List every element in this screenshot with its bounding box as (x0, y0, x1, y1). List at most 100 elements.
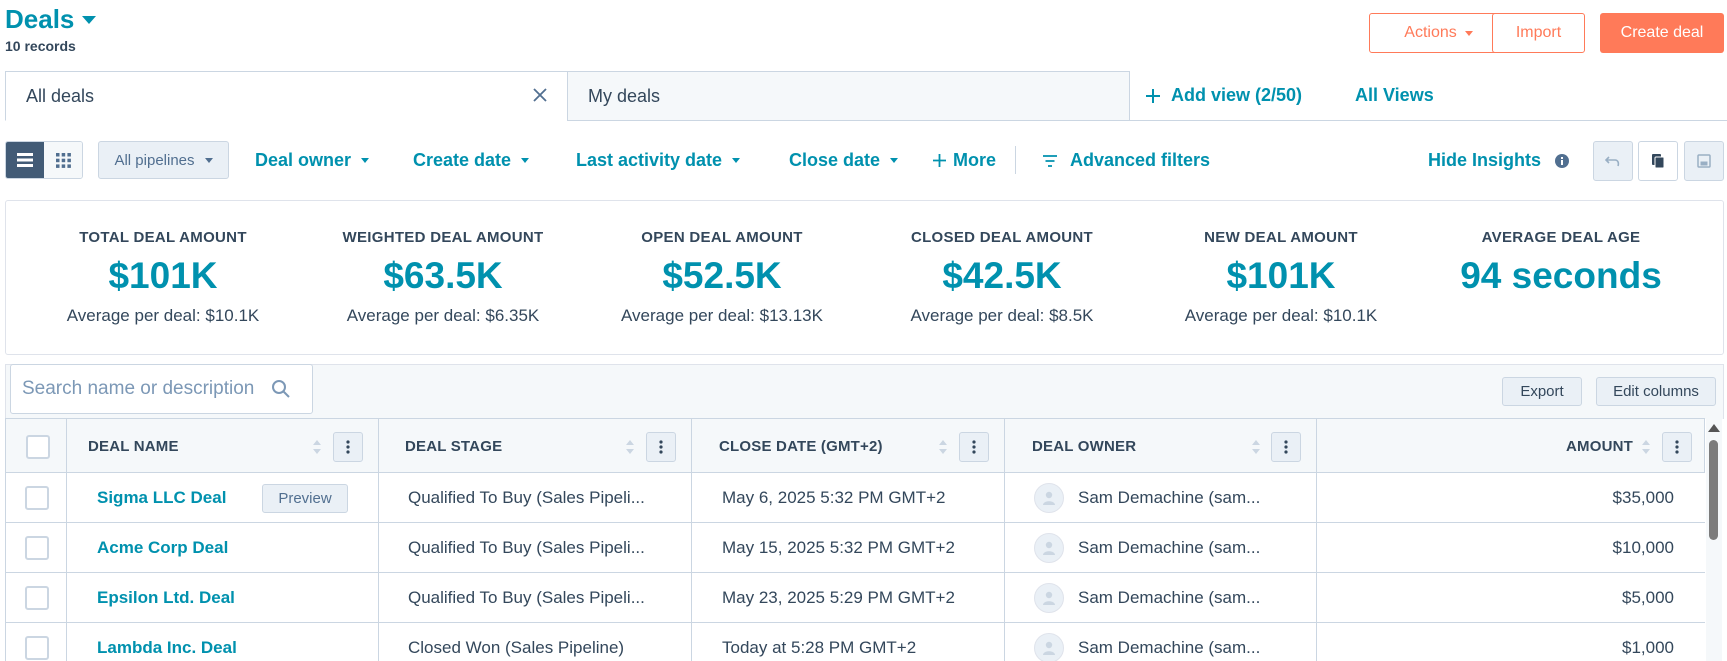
table-row[interactable]: Acme Corp Deal Qualified To Buy (Sales P… (5, 523, 1705, 573)
deal-name-link[interactable]: Epsilon Ltd. Deal (97, 588, 235, 608)
user-icon (1043, 491, 1055, 505)
export-button[interactable]: Export (1502, 377, 1582, 406)
close-date-cell: May 15, 2025 5:32 PM GMT+2 (722, 538, 955, 557)
import-button-label: Import (1515, 24, 1562, 41)
advanced-filters-button[interactable]: Advanced filters (1042, 150, 1210, 171)
add-view-button[interactable]: Add view (2/50) (1145, 85, 1302, 106)
deal-stage-cell: Qualified To Buy (Sales Pipeli... (408, 538, 645, 557)
close-date-filter[interactable]: Close date (789, 150, 899, 171)
column-header-deal-name[interactable]: DEAL NAME (88, 419, 179, 474)
row-checkbox[interactable] (25, 536, 49, 560)
sort-icon[interactable] (938, 439, 948, 455)
actions-button[interactable]: Actions (1369, 13, 1508, 53)
preview-button[interactable]: Preview (262, 484, 348, 513)
tab-all-deals[interactable]: All deals (5, 71, 568, 121)
search-box[interactable] (10, 364, 313, 414)
avatar (1034, 583, 1064, 613)
column-label: DEAL NAME (88, 438, 179, 455)
close-date-cell: May 23, 2025 5:29 PM GMT+2 (722, 588, 955, 607)
column-header-deal-stage[interactable]: DEAL STAGE (405, 419, 502, 474)
deal-name-link[interactable]: Sigma LLC Deal (97, 488, 226, 508)
hide-insights-button[interactable]: Hide Insights (1428, 150, 1570, 171)
deal-stage-cell: Closed Won (Sales Pipeline) (408, 638, 625, 657)
column-divider (378, 473, 379, 523)
row-checkbox[interactable] (25, 636, 49, 660)
create-deal-button[interactable]: Create deal (1600, 13, 1724, 53)
clone-view-button[interactable] (1638, 141, 1678, 181)
column-header-close-date[interactable]: CLOSE DATE (GMT+2) (719, 419, 883, 474)
row-checkbox[interactable] (25, 586, 49, 610)
sort-icon[interactable] (312, 439, 322, 455)
page-title-dropdown[interactable]: Deals (5, 4, 97, 35)
create-date-filter[interactable]: Create date (413, 150, 530, 171)
table-row[interactable]: Lambda Inc. Deal Closed Won (Sales Pipel… (5, 623, 1705, 661)
edit-columns-button[interactable]: Edit columns (1596, 377, 1716, 406)
column-header-amount[interactable]: AMOUNT (1566, 419, 1633, 474)
divider (1015, 146, 1016, 174)
column-menu-button[interactable] (959, 432, 989, 462)
chevron-down-icon (732, 158, 741, 163)
deal-owner-name: Sam Demachine (sam... (1078, 588, 1261, 607)
edit-columns-label: Edit columns (1613, 383, 1699, 400)
insights-panel: TOTAL DEAL AMOUNT $101K Average per deal… (5, 200, 1724, 355)
close-icon[interactable] (531, 86, 549, 104)
insight-label: TOTAL DEAL AMOUNT (79, 229, 247, 246)
row-checkbox[interactable] (25, 486, 49, 510)
filter-label: Advanced filters (1070, 150, 1211, 170)
search-input[interactable] (22, 378, 267, 400)
select-all-checkbox[interactable] (26, 435, 50, 459)
pipeline-select-label: All pipelines (114, 151, 195, 169)
column-menu-button[interactable] (1271, 432, 1301, 462)
column-header-deal-owner[interactable]: DEAL OWNER (1032, 419, 1136, 474)
plus-icon (1146, 88, 1160, 103)
undo-icon (1605, 156, 1620, 167)
column-divider (691, 573, 692, 623)
list-view-button[interactable] (6, 142, 44, 178)
amount-cell: $10,000 (1612, 538, 1674, 557)
user-icon (1043, 541, 1055, 555)
insight-average: Average per deal: $13.13K (621, 306, 823, 325)
table-header: DEAL NAME DEAL STAGE CLOSE DATE (GMT+2) … (5, 418, 1705, 474)
deal-owner-name: Sam Demachine (sam... (1078, 488, 1261, 507)
column-divider (378, 419, 379, 474)
scrollbar-thumb[interactable] (1709, 440, 1718, 540)
all-views-link[interactable]: All Views (1355, 85, 1434, 106)
filter-label: Deal owner (255, 150, 352, 170)
column-divider (691, 523, 692, 573)
column-menu-button[interactable] (646, 432, 676, 462)
deal-name-link[interactable]: Acme Corp Deal (97, 538, 228, 558)
sort-icon[interactable] (1251, 439, 1261, 455)
pipeline-select[interactable]: All pipelines (98, 141, 229, 179)
more-filters-button[interactable]: More (932, 150, 996, 171)
deal-name-link[interactable]: Lambda Inc. Deal (97, 638, 237, 658)
column-divider (1004, 523, 1005, 573)
tabs-divider (1130, 120, 1727, 121)
import-button[interactable]: Import (1492, 13, 1585, 53)
save-view-button[interactable] (1684, 141, 1724, 181)
column-label: DEAL OWNER (1032, 438, 1137, 455)
last-activity-date-filter[interactable]: Last activity date (576, 150, 741, 171)
table-row[interactable]: Sigma LLC Deal Preview Qualified To Buy … (5, 473, 1705, 523)
column-menu-button[interactable] (333, 432, 363, 462)
column-menu-button[interactable] (1662, 432, 1692, 462)
page-title: Deals (5, 4, 75, 34)
table-row[interactable]: Epsilon Ltd. Deal Qualified To Buy (Sale… (5, 573, 1705, 623)
filter-label: More (953, 150, 997, 170)
view-toggle (5, 141, 83, 179)
scroll-up-arrow-icon[interactable] (1708, 424, 1720, 432)
insight-value: $52.5K (662, 255, 782, 296)
copy-icon (1652, 154, 1665, 169)
insight-label: WEIGHTED DEAL AMOUNT (342, 229, 544, 246)
more-vertical-icon (972, 440, 976, 454)
undo-button[interactable] (1593, 141, 1633, 181)
tab-label: All deals (26, 85, 95, 106)
sort-icon[interactable] (625, 439, 635, 455)
column-divider (66, 419, 67, 474)
tab-my-deals[interactable]: My deals (567, 71, 1130, 121)
deal-owner-filter[interactable]: Deal owner (255, 150, 370, 171)
insight-value: $42.5K (942, 255, 1062, 296)
board-view-button[interactable] (44, 142, 82, 178)
deal-stage-cell: Qualified To Buy (Sales Pipeli... (408, 588, 645, 607)
sort-icon[interactable] (1641, 439, 1651, 455)
column-label: CLOSE DATE (GMT+2) (719, 438, 883, 455)
